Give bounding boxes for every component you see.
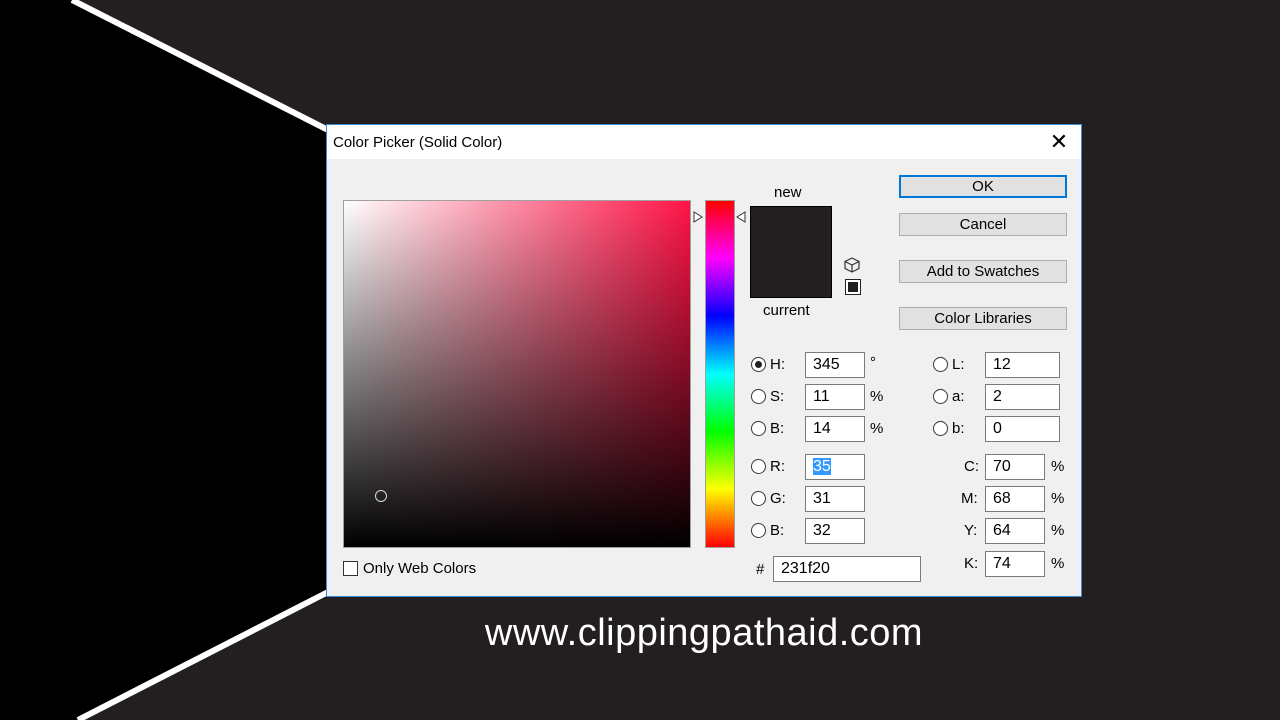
saturation-label: S: [770, 388, 785, 405]
black-unit: % [1051, 555, 1065, 572]
cyan-unit: % [1051, 458, 1065, 475]
dialog-title: Color Picker (Solid Color) [333, 134, 503, 151]
brightness-radio[interactable] [751, 421, 766, 436]
cancel-button[interactable]: Cancel [899, 213, 1067, 236]
lab-b-radio[interactable] [933, 421, 948, 436]
magenta-unit: % [1051, 490, 1065, 507]
blue-field[interactable]: 32 [805, 518, 865, 544]
magenta-field[interactable]: 68 [985, 486, 1045, 512]
lab-a-field[interactable]: 2 [985, 384, 1060, 410]
lab-a-label: a: [952, 388, 965, 405]
hue-label: H: [770, 356, 785, 373]
red-label: R: [770, 458, 785, 475]
red-radio[interactable] [751, 459, 766, 474]
hue-slider-left-arrow-icon[interactable] [693, 211, 703, 223]
brightness-field[interactable]: 14 [805, 416, 865, 442]
current-color-swatch[interactable] [750, 252, 832, 298]
hue-slider[interactable] [705, 200, 735, 548]
color-field[interactable] [343, 200, 691, 548]
cyan-field[interactable]: 70 [985, 454, 1045, 480]
lab-b-label: b: [952, 420, 965, 437]
lab-b-field[interactable]: 0 [985, 416, 1060, 442]
green-label: G: [770, 490, 786, 507]
new-color-swatch [750, 206, 832, 252]
brightness-label: B: [770, 420, 785, 437]
hue-slider-right-arrow-icon[interactable] [736, 211, 746, 223]
color-picker-dialog: Color Picker (Solid Color) ✕ new current… [326, 124, 1082, 597]
red-field[interactable]: 35 [805, 454, 865, 480]
title-bar[interactable]: Color Picker (Solid Color) ✕ [327, 125, 1081, 159]
only-web-colors-checkbox[interactable] [343, 561, 358, 576]
hue-radio[interactable] [751, 357, 766, 372]
color-field-brightness-layer [344, 201, 690, 547]
add-to-swatches-button[interactable]: Add to Swatches [899, 260, 1067, 283]
black-label: K: [964, 555, 979, 572]
close-icon[interactable]: ✕ [1047, 130, 1071, 154]
saturation-unit: % [870, 388, 884, 405]
yellow-unit: % [1051, 522, 1065, 539]
saturation-radio[interactable] [751, 389, 766, 404]
watermark-text: www.clippingpathaid.com [484, 612, 924, 654]
brightness-unit: % [870, 420, 884, 437]
hue-unit: ° [870, 354, 876, 371]
yellow-field[interactable]: 64 [985, 518, 1045, 544]
lab-a-radio[interactable] [933, 389, 948, 404]
saturation-field[interactable]: 11 [805, 384, 865, 410]
color-field-cursor[interactable] [375, 490, 387, 502]
cube-icon[interactable] [844, 257, 860, 273]
magenta-label: M: [961, 490, 978, 507]
green-radio[interactable] [751, 491, 766, 506]
black-field[interactable]: 74 [985, 551, 1045, 577]
green-field[interactable]: 31 [805, 486, 865, 512]
lab-l-label: L: [952, 356, 965, 373]
ok-button[interactable]: OK [899, 175, 1067, 198]
hex-field[interactable]: 231f20 [773, 556, 921, 582]
new-color-label: new [774, 184, 802, 201]
only-web-colors-label: Only Web Colors [363, 560, 477, 577]
current-color-label: current [763, 302, 810, 319]
yellow-label: Y: [964, 522, 978, 539]
lab-l-radio[interactable] [933, 357, 948, 372]
blue-label: B: [770, 522, 785, 539]
hex-label: # [756, 561, 765, 578]
hue-field[interactable]: 345 [805, 352, 865, 378]
blue-radio[interactable] [751, 523, 766, 538]
lab-l-field[interactable]: 12 [985, 352, 1060, 378]
color-libraries-button[interactable]: Color Libraries [899, 307, 1067, 330]
cyan-label: C: [964, 458, 979, 475]
red-field-value: 35 [813, 458, 831, 475]
square-icon[interactable] [845, 279, 861, 295]
